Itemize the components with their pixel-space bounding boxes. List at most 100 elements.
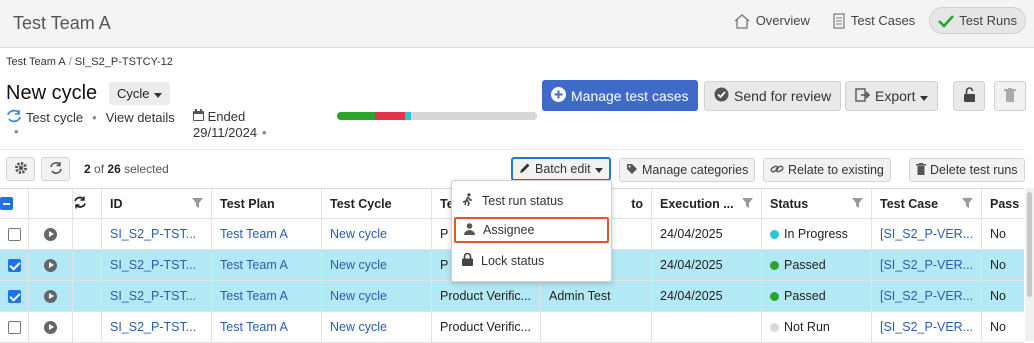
column-id[interactable]: ID bbox=[102, 189, 212, 218]
menu-item-lock-status[interactable]: Lock status bbox=[454, 248, 609, 274]
cell-status: Passed bbox=[762, 281, 872, 311]
column-test-plan-label: Test Plan bbox=[220, 196, 275, 211]
cell-test-plan[interactable]: Test Team A bbox=[212, 219, 322, 249]
menu-item-label: Lock status bbox=[481, 254, 545, 268]
run-cell[interactable] bbox=[29, 250, 73, 280]
cell-test-case[interactable]: [SI_S2_P-VER... bbox=[872, 219, 982, 249]
relate-to-existing-label: Relate to existing bbox=[788, 163, 884, 177]
trash-icon bbox=[916, 162, 926, 178]
delete-test-runs-button[interactable]: Delete test runs bbox=[909, 158, 1025, 182]
column-test-plan[interactable]: Test Plan bbox=[212, 189, 322, 218]
scrollbar-thumb[interactable] bbox=[1027, 192, 1032, 297]
delete-cycle-button[interactable] bbox=[994, 81, 1026, 111]
table-row[interactable]: SI_S2_P-TST... Test Team A New cycle Produc… bbox=[0, 281, 1024, 312]
play-icon[interactable] bbox=[44, 289, 57, 303]
column-status[interactable]: Status bbox=[762, 189, 872, 218]
unlock-button[interactable] bbox=[953, 81, 985, 111]
divider bbox=[0, 149, 1024, 150]
cycle-type-dropdown[interactable]: Cycle bbox=[109, 82, 170, 105]
row-checkbox-cell[interactable] bbox=[0, 312, 29, 342]
column-test-case[interactable]: Test Case bbox=[872, 189, 982, 218]
menu-item-label: Assignee bbox=[483, 223, 535, 237]
row-checkbox[interactable] bbox=[7, 289, 21, 303]
select-all-checkbox-cell[interactable] bbox=[0, 189, 29, 218]
row-checkbox[interactable] bbox=[7, 258, 21, 272]
status-label: Not Run bbox=[784, 320, 830, 334]
top-nav: Overview Test Cases Test Runs bbox=[725, 7, 1026, 34]
nav-test-cases[interactable]: Test Cases bbox=[824, 7, 923, 34]
cycle-meta: Test cycle • View details bbox=[6, 109, 175, 126]
cell-pass: No bbox=[990, 320, 1006, 334]
menu-item-test-run-status[interactable]: Test run status bbox=[454, 188, 609, 214]
nav-test-runs[interactable]: Test Runs bbox=[929, 7, 1026, 34]
filter-icon[interactable] bbox=[192, 197, 203, 211]
cell-test-case[interactable]: [SI_S2_P-VER... bbox=[872, 250, 982, 280]
breadcrumb-team[interactable]: Test Team A bbox=[6, 56, 66, 68]
export-label: Export bbox=[875, 88, 916, 104]
send-for-review-button[interactable]: Send for review bbox=[704, 81, 842, 111]
cell-test-plan[interactable]: Test Team A bbox=[212, 312, 322, 342]
cell-test-case[interactable]: [SI_S2_P-VER... bbox=[872, 281, 982, 311]
status-dot bbox=[770, 260, 779, 270]
cell-id[interactable]: SI_S2_P-TST... bbox=[102, 250, 212, 280]
export-button[interactable]: Export bbox=[845, 81, 939, 111]
play-icon[interactable] bbox=[44, 227, 57, 241]
row-checkbox-cell[interactable] bbox=[0, 219, 29, 249]
manage-test-cases-button[interactable]: Manage test cases bbox=[542, 80, 698, 111]
select-all-checkbox[interactable] bbox=[0, 197, 13, 210]
play-icon[interactable] bbox=[44, 320, 57, 334]
check-circle-icon bbox=[714, 87, 729, 105]
checkmark-icon bbox=[938, 14, 955, 28]
pencil-icon bbox=[519, 162, 531, 177]
cell-test-plan[interactable]: Test Team A bbox=[212, 281, 322, 311]
run-cell[interactable] bbox=[29, 219, 73, 249]
row-checkbox-cell[interactable] bbox=[0, 250, 29, 280]
refresh-button[interactable] bbox=[41, 157, 70, 181]
filter-icon[interactable] bbox=[962, 197, 973, 211]
manage-categories-label: Manage categories bbox=[642, 163, 749, 177]
cycle-type-label: Cycle bbox=[117, 86, 150, 101]
table-row[interactable]: SI_S2_P-TST... Test Team A New cycle Produc… bbox=[0, 312, 1024, 343]
header-run-icon bbox=[29, 189, 73, 218]
cell-test-cycle[interactable]: New cycle bbox=[322, 281, 432, 311]
document-icon bbox=[832, 12, 846, 29]
batch-edit-button[interactable]: Batch edit bbox=[511, 157, 611, 181]
cell-test: Product Verific... bbox=[432, 281, 541, 311]
cell-id[interactable]: SI_S2_P-TST... bbox=[102, 312, 212, 342]
play-icon[interactable] bbox=[44, 258, 57, 272]
row-checkbox-cell[interactable] bbox=[0, 281, 29, 311]
caret-down-icon bbox=[920, 88, 929, 104]
cell-id[interactable]: SI_S2_P-TST... bbox=[102, 281, 212, 311]
run-cell[interactable] bbox=[29, 281, 73, 311]
filter-icon[interactable] bbox=[742, 197, 753, 211]
cell-id[interactable]: SI_S2_P-TST... bbox=[102, 219, 212, 249]
menu-item-assignee[interactable]: Assignee bbox=[454, 217, 609, 243]
manage-categories-button[interactable]: Manage categories bbox=[619, 158, 756, 182]
person-icon bbox=[464, 222, 475, 238]
nav-overview-label: Overview bbox=[755, 13, 810, 28]
menu-item-label: Test run status bbox=[482, 194, 564, 208]
view-details-link[interactable]: View details bbox=[106, 110, 175, 125]
vertical-scrollbar[interactable] bbox=[1025, 188, 1034, 341]
row-checkbox[interactable] bbox=[7, 227, 21, 241]
cell-test-case[interactable]: [SI_S2_P-VER... bbox=[872, 312, 982, 342]
meta-dot: • bbox=[14, 124, 19, 139]
cell-test-cycle[interactable]: New cycle bbox=[322, 312, 432, 342]
settings-button[interactable] bbox=[6, 157, 35, 181]
meta-dot: • bbox=[262, 125, 267, 140]
filter-icon[interactable] bbox=[852, 197, 863, 211]
column-test-cycle[interactable]: Test Cycle bbox=[322, 189, 432, 218]
column-execution[interactable]: Execution ... bbox=[652, 189, 762, 218]
cell-test-cycle[interactable]: New cycle bbox=[322, 219, 432, 249]
delete-test-runs-label: Delete test runs bbox=[930, 163, 1018, 177]
cell-status: Not Run bbox=[762, 312, 872, 342]
run-cell[interactable] bbox=[29, 312, 73, 342]
nav-overview[interactable]: Overview bbox=[725, 7, 818, 34]
cell-test-plan[interactable]: Test Team A bbox=[212, 250, 322, 280]
column-pass[interactable]: Pass bbox=[982, 189, 1024, 218]
cell-test-cycle[interactable]: New cycle bbox=[322, 250, 432, 280]
breadcrumb-cycle-id: SI_S2_P-TSTCY-12 bbox=[74, 56, 173, 68]
relate-to-existing-button[interactable]: Relate to existing bbox=[763, 158, 891, 182]
row-checkbox[interactable] bbox=[7, 320, 21, 334]
progress-segment-not-run bbox=[411, 112, 537, 120]
